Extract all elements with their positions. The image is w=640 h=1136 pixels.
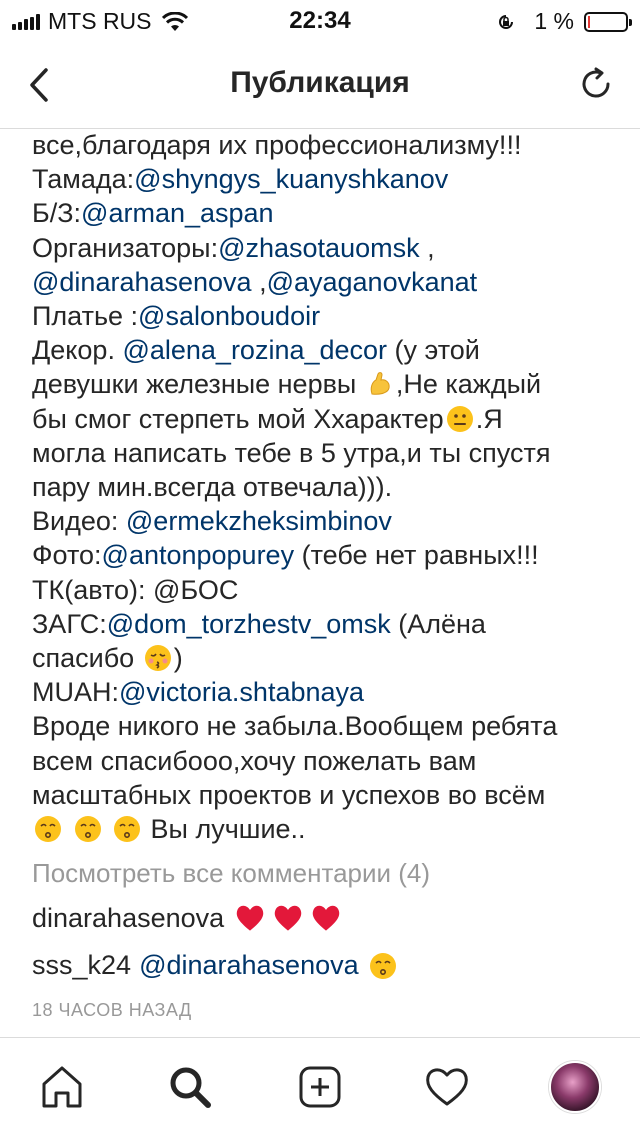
caption-line: Платье :@salonboudoir bbox=[32, 301, 321, 332]
heart-emojis bbox=[232, 902, 344, 934]
mention-link[interactable]: @zhasotauomsk bbox=[218, 233, 420, 263]
red-heart-icon bbox=[274, 905, 302, 931]
kissing-face-icon bbox=[369, 952, 396, 979]
caption-line: масштабных проектов и успехов во всём bbox=[32, 779, 546, 810]
caption-line: Видео: @ermekzheksimbinov bbox=[32, 506, 392, 537]
caption-line: Организаторы:@zhasotauomsk , bbox=[32, 232, 435, 263]
comment-row: dinarahasenova bbox=[32, 902, 344, 934]
battery-fill bbox=[588, 15, 590, 28]
caption-line: всем спасибооо,хочу пожелать вам bbox=[32, 745, 477, 776]
mention-link[interactable]: @victoria.shtabnaya bbox=[119, 677, 364, 707]
post-caption: все,благодаря их профессионализму!!! Там… bbox=[32, 128, 612, 846]
tab-profile[interactable] bbox=[548, 1060, 602, 1114]
caption-line: ЗАГС:@dom_torzhestv_omsk (Алёна bbox=[32, 608, 486, 639]
nav-bar: Публикация bbox=[0, 40, 640, 129]
caption-line: Вроде никого не забыла.Вообщем ребята bbox=[32, 711, 558, 742]
refresh-icon[interactable] bbox=[576, 64, 616, 104]
mention-link[interactable]: @dinarahasenova bbox=[32, 267, 252, 297]
caption-line: Б/З:@arman_aspan bbox=[32, 198, 274, 229]
view-all-comments-link[interactable]: Посмотреть все комментарии (4) bbox=[32, 858, 430, 889]
caption-line: спасибо ) bbox=[32, 643, 183, 674]
caption-line: ТК(авто): @БОС bbox=[32, 574, 239, 605]
red-heart-icon bbox=[236, 905, 264, 931]
red-heart-icon bbox=[312, 905, 340, 931]
caption-line: пару мин.всегда отвечала))). bbox=[32, 472, 393, 503]
caption-line: MUAH:@victoria.shtabnaya bbox=[32, 677, 365, 708]
post-timestamp: 18 ЧАСОВ НАЗАД bbox=[32, 1000, 192, 1020]
mention-link[interactable]: @ermekzheksimbinov bbox=[126, 506, 392, 536]
kissing-face-icon bbox=[35, 816, 61, 843]
mention-link[interactable]: @arman_aspan bbox=[81, 198, 274, 228]
comment-username[interactable]: sss_k24 bbox=[32, 950, 131, 981]
kissing-face-icon bbox=[114, 816, 141, 843]
caption-line: девушки железные нервы ,Не каждый bbox=[32, 369, 542, 400]
comment-username[interactable]: dinarahasenova bbox=[32, 903, 224, 934]
battery-icon bbox=[584, 11, 632, 32]
mention-link[interactable]: @dom_torzhestv_omsk bbox=[107, 609, 391, 639]
caption-line: все,благодаря их профессионализму!!! bbox=[32, 130, 522, 160]
tab-home[interactable] bbox=[35, 1060, 89, 1114]
tab-new-post[interactable] bbox=[293, 1060, 347, 1114]
rotation-lock-icon bbox=[499, 14, 514, 29]
caption-line: @dinarahasenova ,@ayaganovkanat bbox=[32, 266, 478, 297]
caption-line: Декор. @alena_rozina_decor (у этой bbox=[32, 335, 480, 366]
mention-link[interactable]: @antonpopurey bbox=[102, 540, 295, 570]
caption-line: Тамада:@shyngys_kuanyshkanov bbox=[32, 164, 449, 195]
comment-row: sss_k24 @dinarahasenova bbox=[32, 950, 399, 981]
new-post-icon bbox=[299, 1066, 341, 1108]
heart-icon bbox=[426, 1068, 468, 1106]
tab-activity[interactable] bbox=[420, 1060, 474, 1114]
status-right: 1 % bbox=[496, 8, 632, 35]
mention-link[interactable]: @salonboudoir bbox=[138, 301, 320, 331]
status-bar: MTS RUS 22:34 1 % bbox=[0, 0, 640, 40]
mention-link[interactable]: @ayaganovkanat bbox=[267, 267, 478, 297]
mention-link[interactable]: @dinarahasenova bbox=[139, 950, 359, 981]
mention-link[interactable]: @shyngys_kuanyshkanov bbox=[134, 164, 448, 194]
kissing-face-closed-eyes-icon bbox=[144, 645, 171, 672]
tab-search[interactable] bbox=[163, 1060, 217, 1114]
page-title: Публикация bbox=[230, 66, 410, 99]
tab-bar bbox=[0, 1037, 640, 1136]
caption-line: могла написать тебе в 5 утра,и ты спустя bbox=[32, 437, 551, 468]
caption-line: Вы лучшие.. bbox=[32, 812, 612, 846]
mention-link[interactable]: @alena_rozina_decor bbox=[122, 335, 387, 365]
avatar bbox=[549, 1061, 601, 1113]
battery-percent: 1 % bbox=[534, 8, 574, 34]
neutral-face-icon bbox=[446, 405, 473, 432]
home-icon bbox=[42, 1066, 82, 1108]
caption-line: Фото:@antonpopurey (тебе нет равных!!! bbox=[32, 540, 539, 571]
search-icon bbox=[170, 1067, 211, 1108]
kissing-face-icon bbox=[74, 816, 101, 843]
flexed-biceps-icon bbox=[370, 372, 390, 396]
caption-line: бы смог стерпеть мой Ххарактер .Я bbox=[32, 403, 503, 434]
